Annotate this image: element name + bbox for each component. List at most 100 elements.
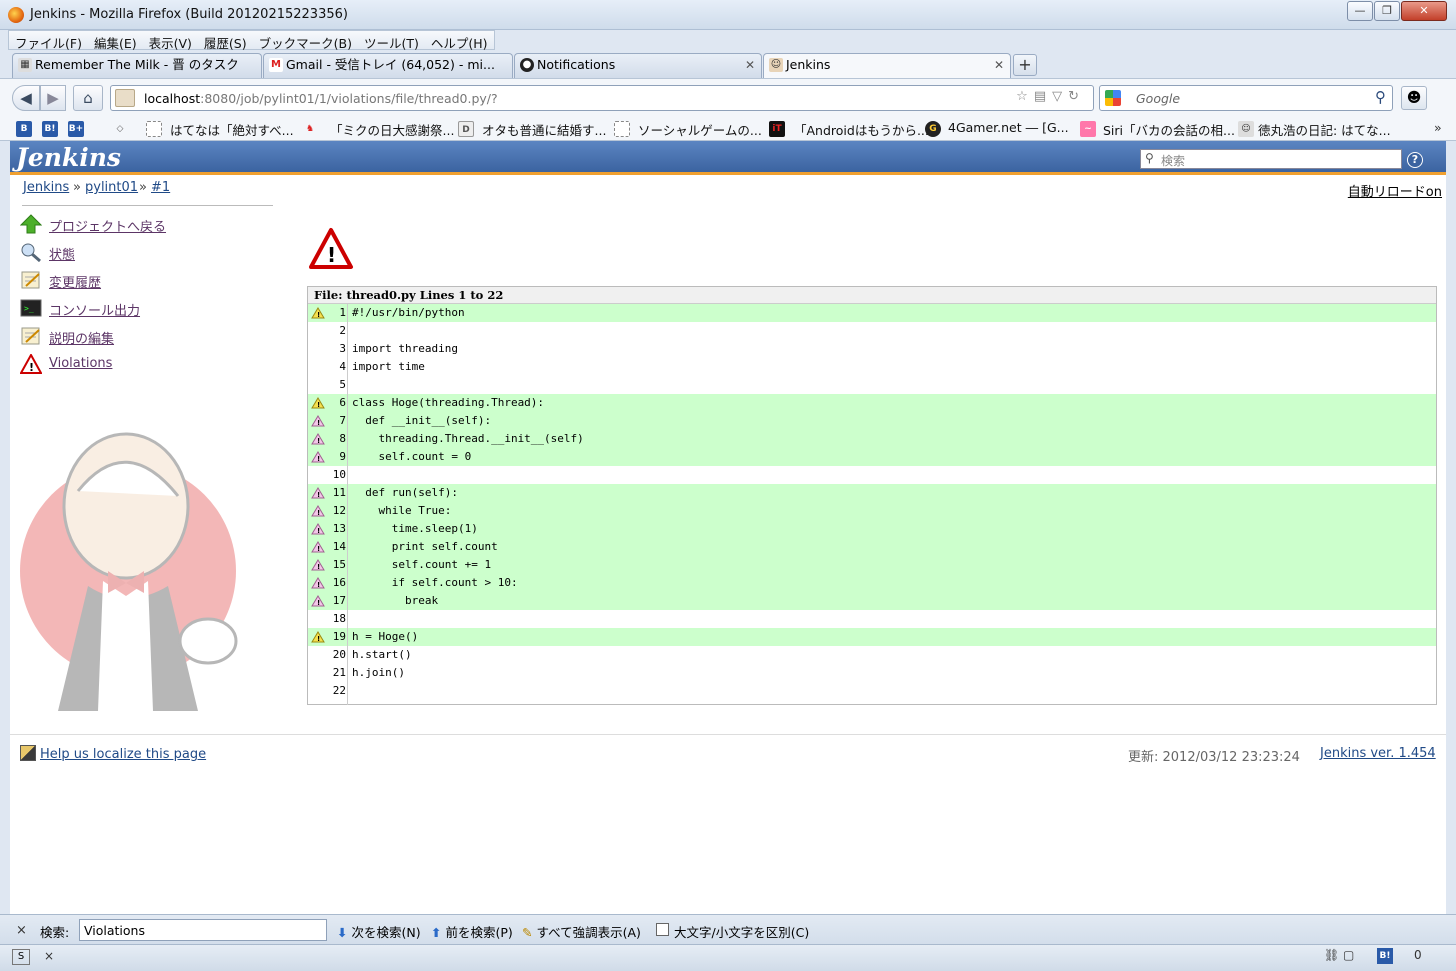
auto-reload-link[interactable]: 自動リロードon: [1348, 181, 1442, 200]
line-number: 14: [332, 540, 346, 553]
line-number: 17: [332, 594, 346, 607]
maximize-button[interactable]: ❐: [1374, 1, 1400, 21]
code-line: 5: [308, 376, 1436, 394]
line-number-divider: [347, 304, 348, 705]
bookmark-item[interactable]: ソーシャルゲームの...: [638, 120, 762, 139]
bookmarks-overflow-icon[interactable]: »: [1434, 120, 1442, 135]
code-line: ! 16 if self.count > 10:: [308, 574, 1436, 592]
home-button[interactable]: ⌂: [73, 85, 103, 111]
hatena-bookmark-status-icon[interactable]: B!: [1377, 948, 1393, 964]
code-line: ! 15 self.count += 1: [308, 556, 1436, 574]
bookmark-item[interactable]: 徳丸浩の日記: はてな...: [1258, 120, 1391, 139]
siri-icon: ~: [1080, 121, 1096, 137]
line-number: 6: [339, 396, 346, 409]
bookmark-item[interactable]: 4Gamer.net ― [G...: [948, 120, 1069, 135]
bookmark-item[interactable]: はてなは「絶対すべ...: [170, 120, 294, 139]
svg-text:!: !: [317, 401, 320, 409]
code-line: ! 9 self.count = 0: [308, 448, 1436, 466]
svg-text:!: !: [317, 491, 320, 499]
back-button[interactable]: ◀: [12, 85, 40, 111]
itmedia-icon: iT: [769, 121, 785, 137]
code-line: 3 import threading: [308, 340, 1436, 358]
violation-warning-icon[interactable]: !: [311, 523, 325, 535]
tab-gmail[interactable]: M Gmail - 受信トレイ (64,052) - mi...: [263, 53, 513, 78]
minimize-button[interactable]: —: [1347, 1, 1373, 21]
find-previous-button[interactable]: ⬆ 前を検索(P): [431, 922, 513, 941]
localize-link[interactable]: Help us localize this page: [20, 745, 206, 762]
menu-tools[interactable]: ツール(T): [358, 31, 425, 51]
footer-divider: [10, 734, 1446, 735]
breadcrumb-build-1[interactable]: #1: [151, 180, 170, 195]
forward-button[interactable]: ▶: [40, 85, 66, 111]
tab-jenkins[interactable]: ☺ Jenkins ✕: [763, 53, 1011, 79]
violation-warning-icon[interactable]: !: [311, 577, 325, 589]
match-case-checkbox[interactable]: [656, 923, 669, 936]
jenkins-logo[interactable]: Jenkins: [16, 143, 121, 172]
window-titlebar: Jenkins - Mozilla Firefox (Build 2012021…: [0, 0, 1456, 30]
menu-history[interactable]: 履歴(S): [198, 31, 253, 51]
bookmark-item[interactable]: オタも普通に結婚す...: [482, 120, 606, 139]
violation-warning-icon[interactable]: !: [311, 433, 325, 445]
notepad-icon: [21, 271, 40, 289]
bookmark-item[interactable]: 「Androidはもうから...: [794, 120, 929, 139]
close-tab-icon[interactable]: ✕: [745, 54, 755, 76]
code-text: while True:: [352, 504, 452, 517]
rtm-icon: ▦: [18, 58, 32, 72]
tab-remember-the-milk[interactable]: ▦ Remember The Milk - 晋 のタスク: [12, 53, 262, 78]
gmail-icon: M: [269, 58, 283, 72]
violation-warning-icon[interactable]: !: [311, 595, 325, 607]
violation-warning-icon[interactable]: !: [311, 505, 325, 517]
code-text: def __init__(self):: [352, 414, 492, 427]
status-addon-icons[interactable]: ⛓ ▢: [1324, 948, 1354, 962]
close-addon-bar-icon[interactable]: ×: [44, 949, 54, 963]
menu-bar: ファイル(F) 編集(E) 表示(V) 履歴(S) ブックマーク(B) ツール(…: [0, 30, 1456, 52]
window-title: Jenkins - Mozilla Firefox (Build 2012021…: [30, 7, 348, 22]
code-text: import threading: [352, 342, 458, 355]
search-icon[interactable]: ⚲: [1375, 88, 1386, 106]
help-icon[interactable]: ?: [1407, 152, 1423, 168]
violation-warning-icon[interactable]: !: [311, 415, 325, 427]
breadcrumb-pylint01[interactable]: pylint01: [85, 180, 138, 195]
url-bar-icons[interactable]: ☆▤▽↻: [1016, 89, 1085, 104]
menu-edit[interactable]: 編集(E): [88, 31, 143, 51]
bookmark-item[interactable]: Siri「バカの会話の相...: [1103, 120, 1235, 139]
addon-s-icon[interactable]: S: [12, 949, 30, 965]
bookmark-item[interactable]: 「ミクの日大感謝祭...: [330, 120, 454, 139]
line-number: 8: [339, 432, 346, 445]
hatena-icon[interactable]: B: [16, 121, 32, 137]
violation-warning-icon[interactable]: !: [311, 451, 325, 463]
line-number: 21: [332, 666, 346, 679]
violation-warning-icon[interactable]: !: [311, 631, 325, 643]
breadcrumb-jenkins[interactable]: Jenkins: [23, 180, 69, 195]
hatena-bookmark-icon[interactable]: B!: [42, 121, 58, 137]
menu-file[interactable]: ファイル(F): [9, 31, 88, 51]
new-tab-button[interactable]: +: [1013, 54, 1037, 76]
highlight-all-button[interactable]: ✎ すべて強調表示(A): [522, 922, 641, 941]
line-number: 19: [332, 630, 346, 643]
tab-notifications[interactable]: ● Notifications ✕: [514, 53, 762, 78]
up-arrow-icon: [20, 214, 42, 234]
close-window-button[interactable]: ✕: [1401, 1, 1447, 21]
close-tab-icon[interactable]: ✕: [994, 54, 1004, 76]
violation-warning-icon[interactable]: !: [311, 487, 325, 499]
menu-bookmarks[interactable]: ブックマーク(B): [253, 31, 358, 51]
jenkins-search-input[interactable]: ⚲ 検索: [1140, 149, 1402, 169]
menu-view[interactable]: 表示(V): [143, 31, 198, 51]
violation-warning-icon[interactable]: !: [311, 541, 325, 553]
violation-warning-icon[interactable]: !: [311, 307, 325, 319]
file-header: File: thread0.py Lines 1 to 22: [308, 287, 1436, 304]
address-bar[interactable]: localhost:8080/job/pylint01/1/violations…: [110, 85, 1094, 111]
violation-warning-icon[interactable]: !: [311, 397, 325, 409]
jenkins-version-link[interactable]: Jenkins ver. 1.454: [1320, 746, 1436, 761]
search-bar[interactable]: Google ⚲: [1099, 85, 1393, 111]
find-input[interactable]: Violations: [79, 919, 327, 941]
find-next-button[interactable]: ⬇ 次を検索(N): [337, 922, 421, 941]
code-line: 18: [308, 610, 1436, 628]
page-icon: [146, 121, 162, 137]
hatena-plus-icon[interactable]: B+: [68, 121, 84, 137]
violation-warning-icon[interactable]: !: [311, 559, 325, 571]
close-find-bar-icon[interactable]: ×: [16, 923, 27, 938]
tag-icon[interactable]: ◇: [112, 121, 128, 137]
addon-smiley-icon[interactable]: ☻: [1401, 86, 1427, 110]
menu-help[interactable]: ヘルプ(H): [425, 31, 494, 51]
